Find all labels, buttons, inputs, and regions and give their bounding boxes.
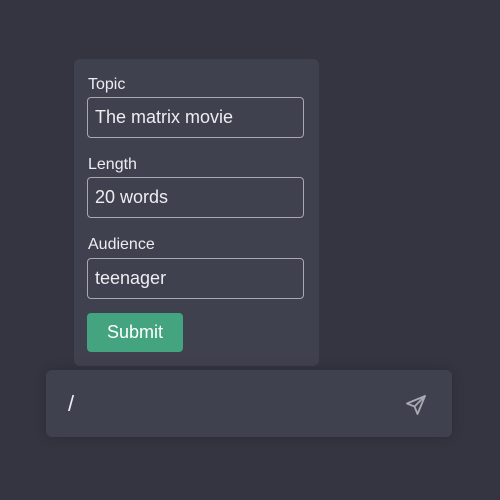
send-icon <box>404 393 430 417</box>
audience-input[interactable] <box>87 258 304 299</box>
topic-label: Topic <box>88 76 126 93</box>
chat-input-bar <box>46 370 452 437</box>
send-button[interactable] <box>404 392 430 418</box>
audience-label: Audience <box>88 236 155 253</box>
topic-input[interactable] <box>87 97 304 138</box>
length-label: Length <box>88 156 137 173</box>
submit-button[interactable]: Submit <box>87 313 183 352</box>
prompt-form: Topic Length Audience Submit <box>74 59 319 366</box>
length-input[interactable] <box>87 177 304 218</box>
app-root: Topic Length Audience Submit <box>0 0 500 500</box>
chat-input[interactable] <box>64 388 384 420</box>
